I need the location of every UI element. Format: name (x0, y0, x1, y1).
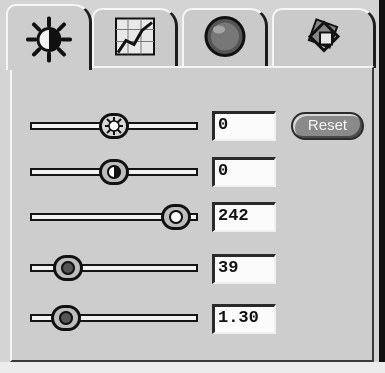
transform-shapes-icon (302, 15, 346, 64)
tab-curve[interactable] (92, 8, 178, 68)
bottom-strip (0, 362, 385, 373)
tab-transform[interactable] (272, 8, 376, 68)
tab-color[interactable] (182, 8, 268, 68)
curve-graph-icon (114, 17, 156, 62)
slider-4-value[interactable]: 39 (212, 254, 276, 284)
slider-3-value[interactable]: 242 (212, 202, 276, 232)
half-circle-contrast-icon (107, 165, 121, 179)
slider-5-thumb[interactable] (51, 305, 81, 331)
slider-5-value[interactable]: 1.30 (212, 304, 276, 334)
slider-3-thumb[interactable] (161, 204, 191, 230)
tab-brightness[interactable] (6, 4, 92, 70)
dark-circle-icon (61, 261, 75, 275)
sun-icon (105, 117, 123, 140)
slider-4-thumb[interactable] (53, 255, 83, 281)
slider-2-value[interactable]: 0 (212, 157, 276, 187)
dark-circle-icon (59, 311, 73, 325)
slider-2-thumb[interactable] (99, 159, 129, 185)
color-sphere-icon (202, 15, 248, 64)
window-edge (379, 0, 385, 373)
brightness-sun-icon (25, 16, 73, 69)
slider-1-value[interactable]: 0 (212, 111, 276, 141)
reset-button[interactable]: Reset (291, 112, 364, 140)
white-circle-icon (169, 210, 183, 224)
slider-1-thumb[interactable] (99, 113, 129, 139)
